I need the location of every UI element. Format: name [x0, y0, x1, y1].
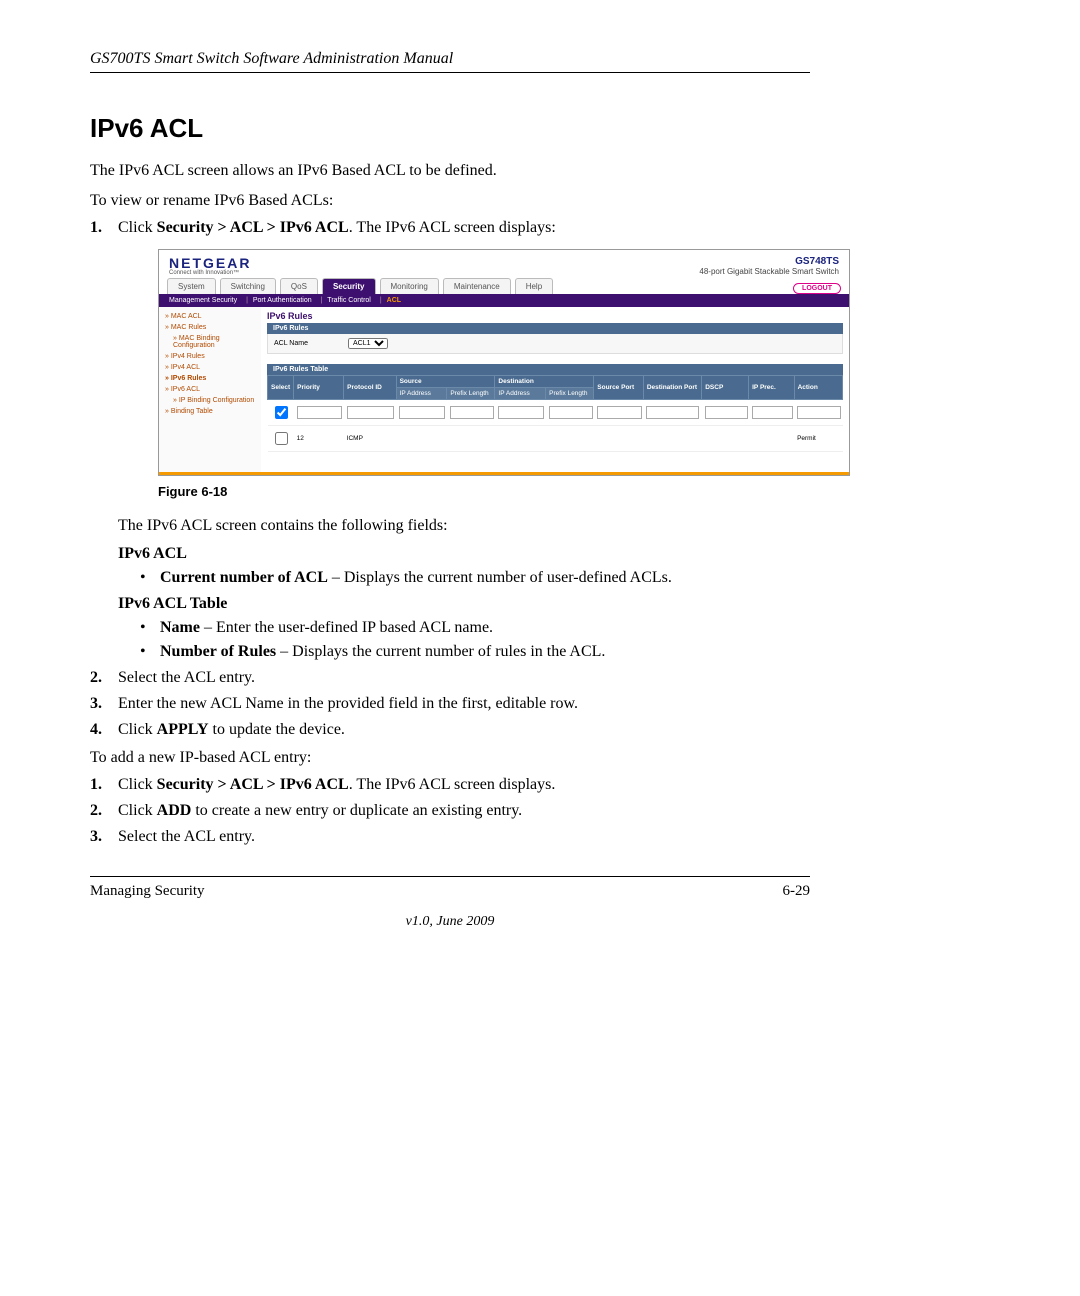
side-ipv6-acl[interactable]: » IPv6 ACL	[165, 384, 255, 395]
side-ip-binding[interactable]: » IP Binding Configuration	[165, 395, 255, 406]
row-src-plen-input[interactable]	[450, 406, 494, 419]
orange-footer-bar	[159, 472, 849, 475]
after-figure-text: The IPv6 ACL screen contains the followi…	[118, 515, 810, 537]
row-dst-port-input[interactable]	[646, 406, 699, 419]
bullet-current-number: Current number of ACL – Displays the cur…	[140, 569, 810, 587]
acl-name-label: ACL Name	[274, 340, 308, 347]
step-1: 1. Click Security > ACL > IPv6 ACL. The …	[118, 219, 810, 661]
tab-monitoring[interactable]: Monitoring	[380, 278, 439, 294]
footer-rule	[90, 876, 810, 877]
row2-select-checkbox[interactable]	[275, 432, 288, 445]
add-entry-intro: To add a new IP-based ACL entry:	[90, 747, 810, 769]
row-priority-input[interactable]	[297, 406, 343, 419]
rules-table: Select Priority Protocol ID Source Desti…	[267, 375, 843, 452]
side-ipv6-rules[interactable]: » IPv6 Rules	[165, 373, 255, 384]
version-line: v1.0, June 2009	[90, 914, 810, 930]
step-4: 4.Click APPLY to update the device.	[118, 721, 810, 739]
row2-protocol: ICMP	[344, 426, 396, 452]
subsection-ipv6-acl: IPv6 ACL	[118, 545, 810, 563]
sub-nav-bar: Management Security| Port Authentication…	[159, 294, 849, 307]
logout-button[interactable]: LOGOUT	[793, 283, 841, 294]
col-src-port: Source Port	[594, 376, 644, 400]
subnav-port-auth[interactable]: Port Authentication	[253, 297, 312, 304]
tab-help[interactable]: Help	[515, 278, 553, 294]
side-ipv4-rules[interactable]: » IPv4 Rules	[165, 351, 255, 362]
side-mac-binding[interactable]: » MAC Binding Configuration	[165, 333, 255, 351]
subnav-mgmt-security[interactable]: Management Security	[169, 297, 237, 304]
col-dst-plen: Prefix Length	[546, 388, 594, 400]
col-ip-prec: IP Prec.	[749, 376, 794, 400]
col-protocol: Protocol ID	[344, 376, 396, 400]
running-header: GS700TS Smart Switch Software Administra…	[90, 50, 810, 68]
col-dst-ip: IP Address	[495, 388, 546, 400]
acl-name-select[interactable]: ACL1	[348, 338, 388, 349]
subnav-acl[interactable]: ACL	[387, 297, 401, 304]
row-action-input[interactable]	[797, 406, 841, 419]
figure-screenshot: NETGEAR Connect with Innovation™ GS748TS…	[158, 249, 850, 476]
figure-caption: Figure 6-18	[158, 484, 810, 499]
tab-security[interactable]: Security	[322, 278, 376, 294]
col-dscp: DSCP	[702, 376, 749, 400]
col-src-plen: Prefix Length	[447, 388, 495, 400]
main-panel-title: IPv6 Rules	[267, 311, 843, 321]
netgear-tagline: Connect with Innovation™	[169, 270, 251, 276]
intro-paragraph-1: The IPv6 ACL screen allows an IPv6 Based…	[90, 160, 810, 182]
col-dst-port: Destination Port	[643, 376, 701, 400]
step-1-bold: Security > ACL > IPv6 ACL	[157, 219, 349, 236]
add-step-1: 1.Click Security > ACL > IPv6 ACL. The I…	[118, 776, 810, 794]
row-dscp-input[interactable]	[705, 406, 748, 419]
step-3: 3.Enter the new ACL Name in the provided…	[118, 695, 810, 713]
col-destination: Destination	[495, 376, 594, 388]
side-mac-rules[interactable]: » MAC Rules	[165, 322, 255, 333]
row-dst-plen-input[interactable]	[549, 406, 593, 419]
footer-right: 6-29	[783, 883, 811, 900]
row-src-ip-input[interactable]	[399, 406, 445, 419]
row2-action: Permit	[794, 426, 842, 452]
subsection-ipv6-acl-table: IPv6 ACL Table	[118, 595, 810, 613]
subnav-traffic-control[interactable]: Traffic Control	[327, 297, 371, 304]
panel-ipv6-rules-head: IPv6 Rules	[267, 323, 843, 334]
add-step-3: 3.Select the ACL entry.	[118, 828, 810, 846]
row-ip-prec-input[interactable]	[752, 406, 794, 419]
bullet-number-of-rules: Number of Rules – Displays the current n…	[140, 643, 810, 661]
row-protocol-input[interactable]	[347, 406, 395, 419]
tab-maintenance[interactable]: Maintenance	[443, 278, 511, 294]
intro-paragraph-2: To view or rename IPv6 Based ACLs:	[90, 190, 810, 212]
table-row: 12 ICMP Permit	[268, 426, 843, 452]
col-src-ip: IP Address	[396, 388, 447, 400]
model-number: GS748TS	[699, 256, 839, 267]
table-row-editable	[268, 400, 843, 426]
row-dst-ip-input[interactable]	[498, 406, 544, 419]
step-2: 2.Select the ACL entry.	[118, 669, 810, 687]
side-nav: » MAC ACL » MAC Rules » MAC Binding Conf…	[159, 307, 261, 472]
row-select-checkbox[interactable]	[275, 406, 288, 419]
bullet-name: Name – Enter the user-defined IP based A…	[140, 619, 810, 637]
tab-switching[interactable]: Switching	[220, 278, 276, 294]
col-source: Source	[396, 376, 495, 388]
panel-rules-table-head: IPv6 Rules Table	[267, 364, 843, 375]
tab-system[interactable]: System	[167, 278, 216, 294]
page-title: IPv6 ACL	[90, 113, 810, 144]
step-1-pre: Click	[118, 219, 157, 236]
header-rule	[90, 72, 810, 73]
side-ipv4-acl[interactable]: » IPv4 ACL	[165, 362, 255, 373]
row-src-port-input[interactable]	[597, 406, 642, 419]
col-select: Select	[268, 376, 294, 400]
row2-priority: 12	[294, 426, 344, 452]
panel-ipv6-rules-body: ACL Name ACL1	[267, 334, 843, 354]
model-desc: 48-port Gigabit Stackable Smart Switch	[699, 267, 839, 276]
netgear-logo: NETGEAR	[169, 256, 251, 270]
tab-qos[interactable]: QoS	[280, 278, 318, 294]
add-step-2: 2.Click ADD to create a new entry or dup…	[118, 802, 810, 820]
side-binding-table[interactable]: » Binding Table	[165, 406, 255, 417]
main-tabs: System Switching QoS Security Monitoring…	[159, 278, 849, 294]
footer-left: Managing Security	[90, 883, 205, 900]
side-mac-acl[interactable]: » MAC ACL	[165, 311, 255, 322]
col-priority: Priority	[294, 376, 344, 400]
col-action: Action	[794, 376, 842, 400]
step-1-post: . The IPv6 ACL screen displays:	[349, 219, 556, 236]
